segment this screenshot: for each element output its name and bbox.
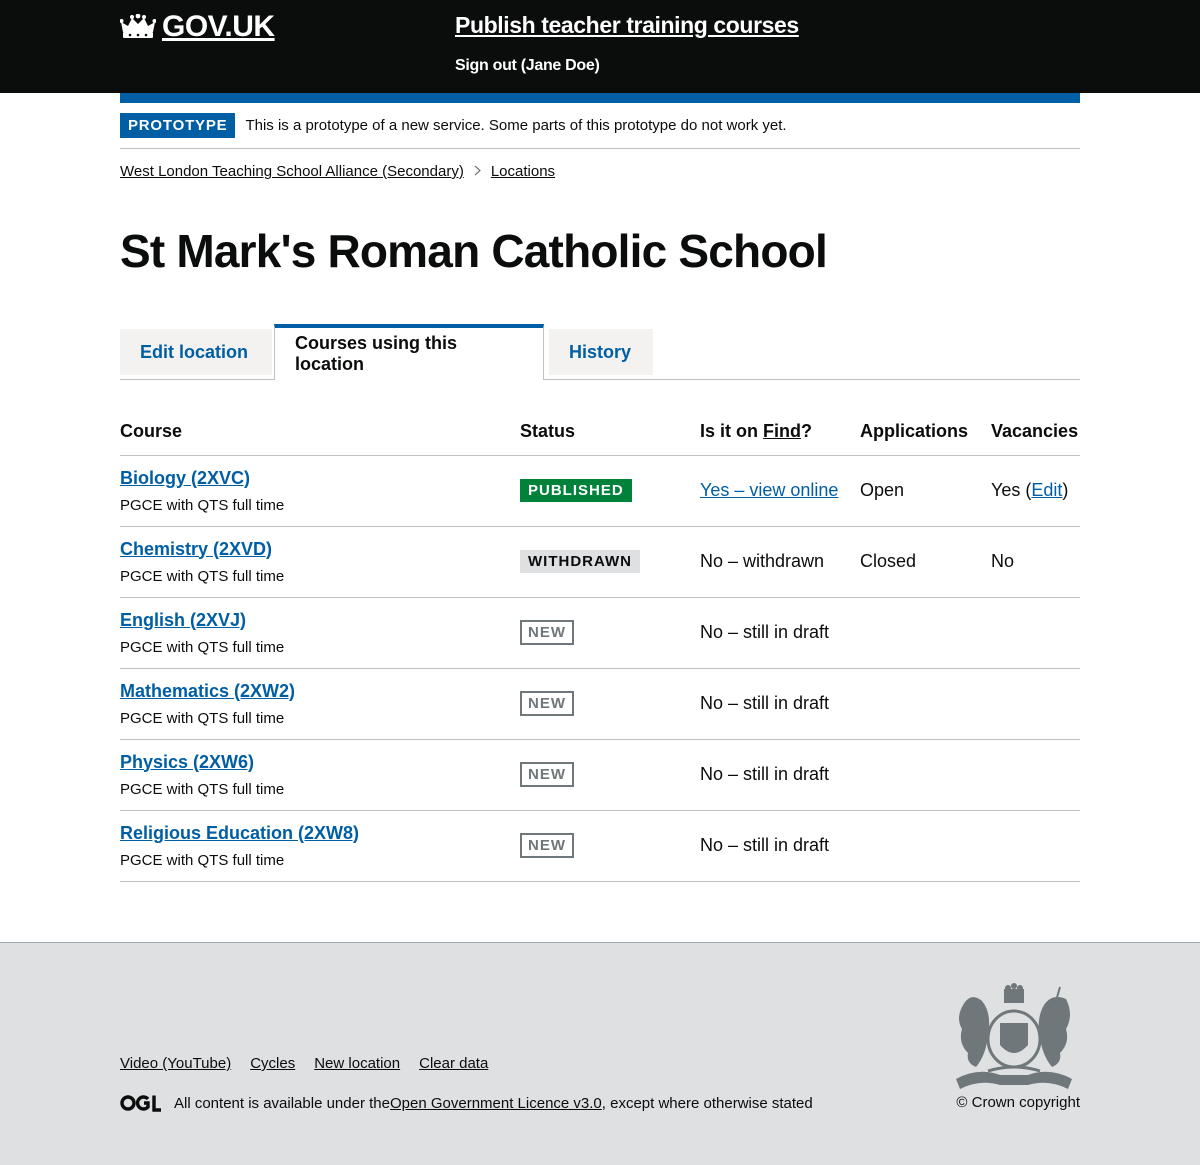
breadcrumb: West London Teaching School Alliance (Se… [120, 163, 555, 180]
status-badge: NEW [520, 762, 574, 787]
status-badge: NEW [520, 691, 574, 716]
footer-link-cycles[interactable]: Cycles [250, 1055, 295, 1072]
course-subtitle: PGCE with QTS full time [120, 567, 285, 585]
course-link[interactable]: Biology (2XVC) [120, 468, 520, 489]
table-row: Physics (2XW6) PGCE with QTS full time NE… [120, 739, 1080, 811]
ogl-logo-icon [120, 1095, 161, 1112]
table-row: English (2XVJ) PGCE with QTS full time NE… [120, 597, 1080, 669]
courses-table: Course Status Is it on Find? Application… [120, 406, 1080, 882]
status-badge: NEW [520, 620, 574, 645]
tab-history[interactable]: History [549, 329, 653, 375]
find-value: No – withdrawn [700, 526, 860, 598]
phase-banner-text: This is a prototype of a new service. So… [245, 117, 787, 134]
phase-tag: PROTOTYPE [120, 113, 236, 138]
vacancies-prefix: Yes ( [991, 480, 1032, 500]
find-value: No – still in draft [700, 597, 860, 669]
find-value: No – still in draft [700, 668, 860, 740]
vacancies-value [991, 597, 1080, 669]
table-row: Chemistry (2XVD) PGCE with QTS full time … [120, 526, 1080, 598]
find-link[interactable]: Find [763, 421, 801, 441]
sign-out-link[interactable]: Sign out (Jane Doe) [455, 57, 600, 75]
course-link[interactable]: English (2XVJ) [120, 610, 520, 631]
column-header-find: Is it on Find? [700, 406, 860, 456]
find-value: No – still in draft [700, 739, 860, 811]
course-subtitle: PGCE with QTS full time [120, 638, 285, 656]
header-blue-bar [120, 93, 1080, 103]
course-link[interactable]: Mathematics (2XW2) [120, 681, 520, 702]
service-name-link[interactable]: Publish teacher training courses [455, 12, 799, 39]
page-title: St Mark's Roman Catholic School [120, 225, 828, 277]
tab-courses-using-this-location[interactable]: Courses using this location [274, 324, 544, 380]
footer-link-video[interactable]: Video (YouTube) [120, 1055, 231, 1072]
vacancies-value [991, 810, 1080, 882]
crown-icon [120, 14, 156, 38]
licence-suffix: , except where otherwise stated [601, 1094, 813, 1112]
govuk-logo-link[interactable]: GOV.UK [120, 10, 275, 44]
view-online-link[interactable]: Yes – view online [700, 480, 838, 500]
applications-value [860, 597, 991, 669]
vacancies-value: No [991, 526, 1080, 598]
find-header-suffix: ? [801, 420, 812, 441]
find-value: No – still in draft [700, 810, 860, 882]
breadcrumb-item-locations[interactable]: Locations [491, 163, 555, 180]
licence-statement: All content is available under the Open … [120, 1094, 813, 1112]
status-badge: WITHDRAWN [520, 550, 640, 573]
applications-value [860, 810, 991, 882]
table-row: Mathematics (2XW2) PGCE with QTS full tim… [120, 668, 1080, 740]
course-subtitle: PGCE with QTS full time [120, 780, 285, 798]
footer-links: Video (YouTube) Cycles New location Clea… [120, 1055, 507, 1072]
vacancies-value [991, 739, 1080, 811]
vacancies-value [991, 668, 1080, 740]
applications-value: Open [860, 455, 991, 527]
course-link[interactable]: Religious Education (2XW8) [120, 823, 520, 844]
footer-link-clear-data[interactable]: Clear data [419, 1055, 488, 1072]
applications-value [860, 668, 991, 740]
vacancies-suffix: ) [1062, 480, 1069, 500]
column-header-course: Course [120, 406, 520, 456]
breadcrumb-item-organisation[interactable]: West London Teaching School Alliance (Se… [120, 163, 464, 180]
crown-copyright-link[interactable]: © Crown copyright [956, 1094, 1080, 1111]
phase-banner: PROTOTYPE This is a prototype of a new s… [120, 103, 1080, 149]
tab-edit-location[interactable]: Edit location [120, 329, 272, 375]
table-row: Religious Education (2XW8) PGCE with QTS … [120, 810, 1080, 882]
licence-prefix: All content is available under the [174, 1094, 390, 1112]
site-footer: Video (YouTube) Cycles New location Clea… [0, 942, 1200, 1165]
ogl-licence-link[interactable]: Open Government Licence v3.0 [390, 1095, 602, 1112]
status-badge: PUBLISHED [520, 479, 632, 502]
course-subtitle: PGCE with QTS full time [120, 496, 285, 514]
site-header: GOV.UK Publish teacher training courses … [0, 0, 1200, 93]
table-header-row: Course Status Is it on Find? Application… [120, 406, 1080, 456]
tab-list: Edit location Courses using this locatio… [120, 324, 1080, 380]
column-header-applications: Applications [860, 406, 991, 456]
course-subtitle: PGCE with QTS full time [120, 709, 285, 727]
applications-value: Closed [860, 526, 991, 598]
status-badge: NEW [520, 833, 574, 858]
course-link[interactable]: Chemistry (2XVD) [120, 539, 520, 560]
chevron-right-icon [474, 165, 481, 179]
footer-link-new-location[interactable]: New location [314, 1055, 400, 1072]
applications-value [860, 739, 991, 811]
royal-coat-of-arms-icon [956, 983, 1072, 1089]
edit-vacancies-link[interactable]: Edit [1031, 480, 1062, 500]
find-header-prefix: Is it on [700, 420, 763, 441]
course-subtitle: PGCE with QTS full time [120, 851, 285, 869]
vacancies-cell: Yes (Edit) [991, 455, 1080, 527]
column-header-status: Status [520, 406, 700, 456]
govuk-logo-text: GOV.UK [162, 10, 275, 43]
course-link[interactable]: Physics (2XW6) [120, 752, 520, 773]
table-row: Biology (2XVC) PGCE with QTS full time PU… [120, 455, 1080, 527]
column-header-vacancies: Vacancies [991, 406, 1080, 456]
